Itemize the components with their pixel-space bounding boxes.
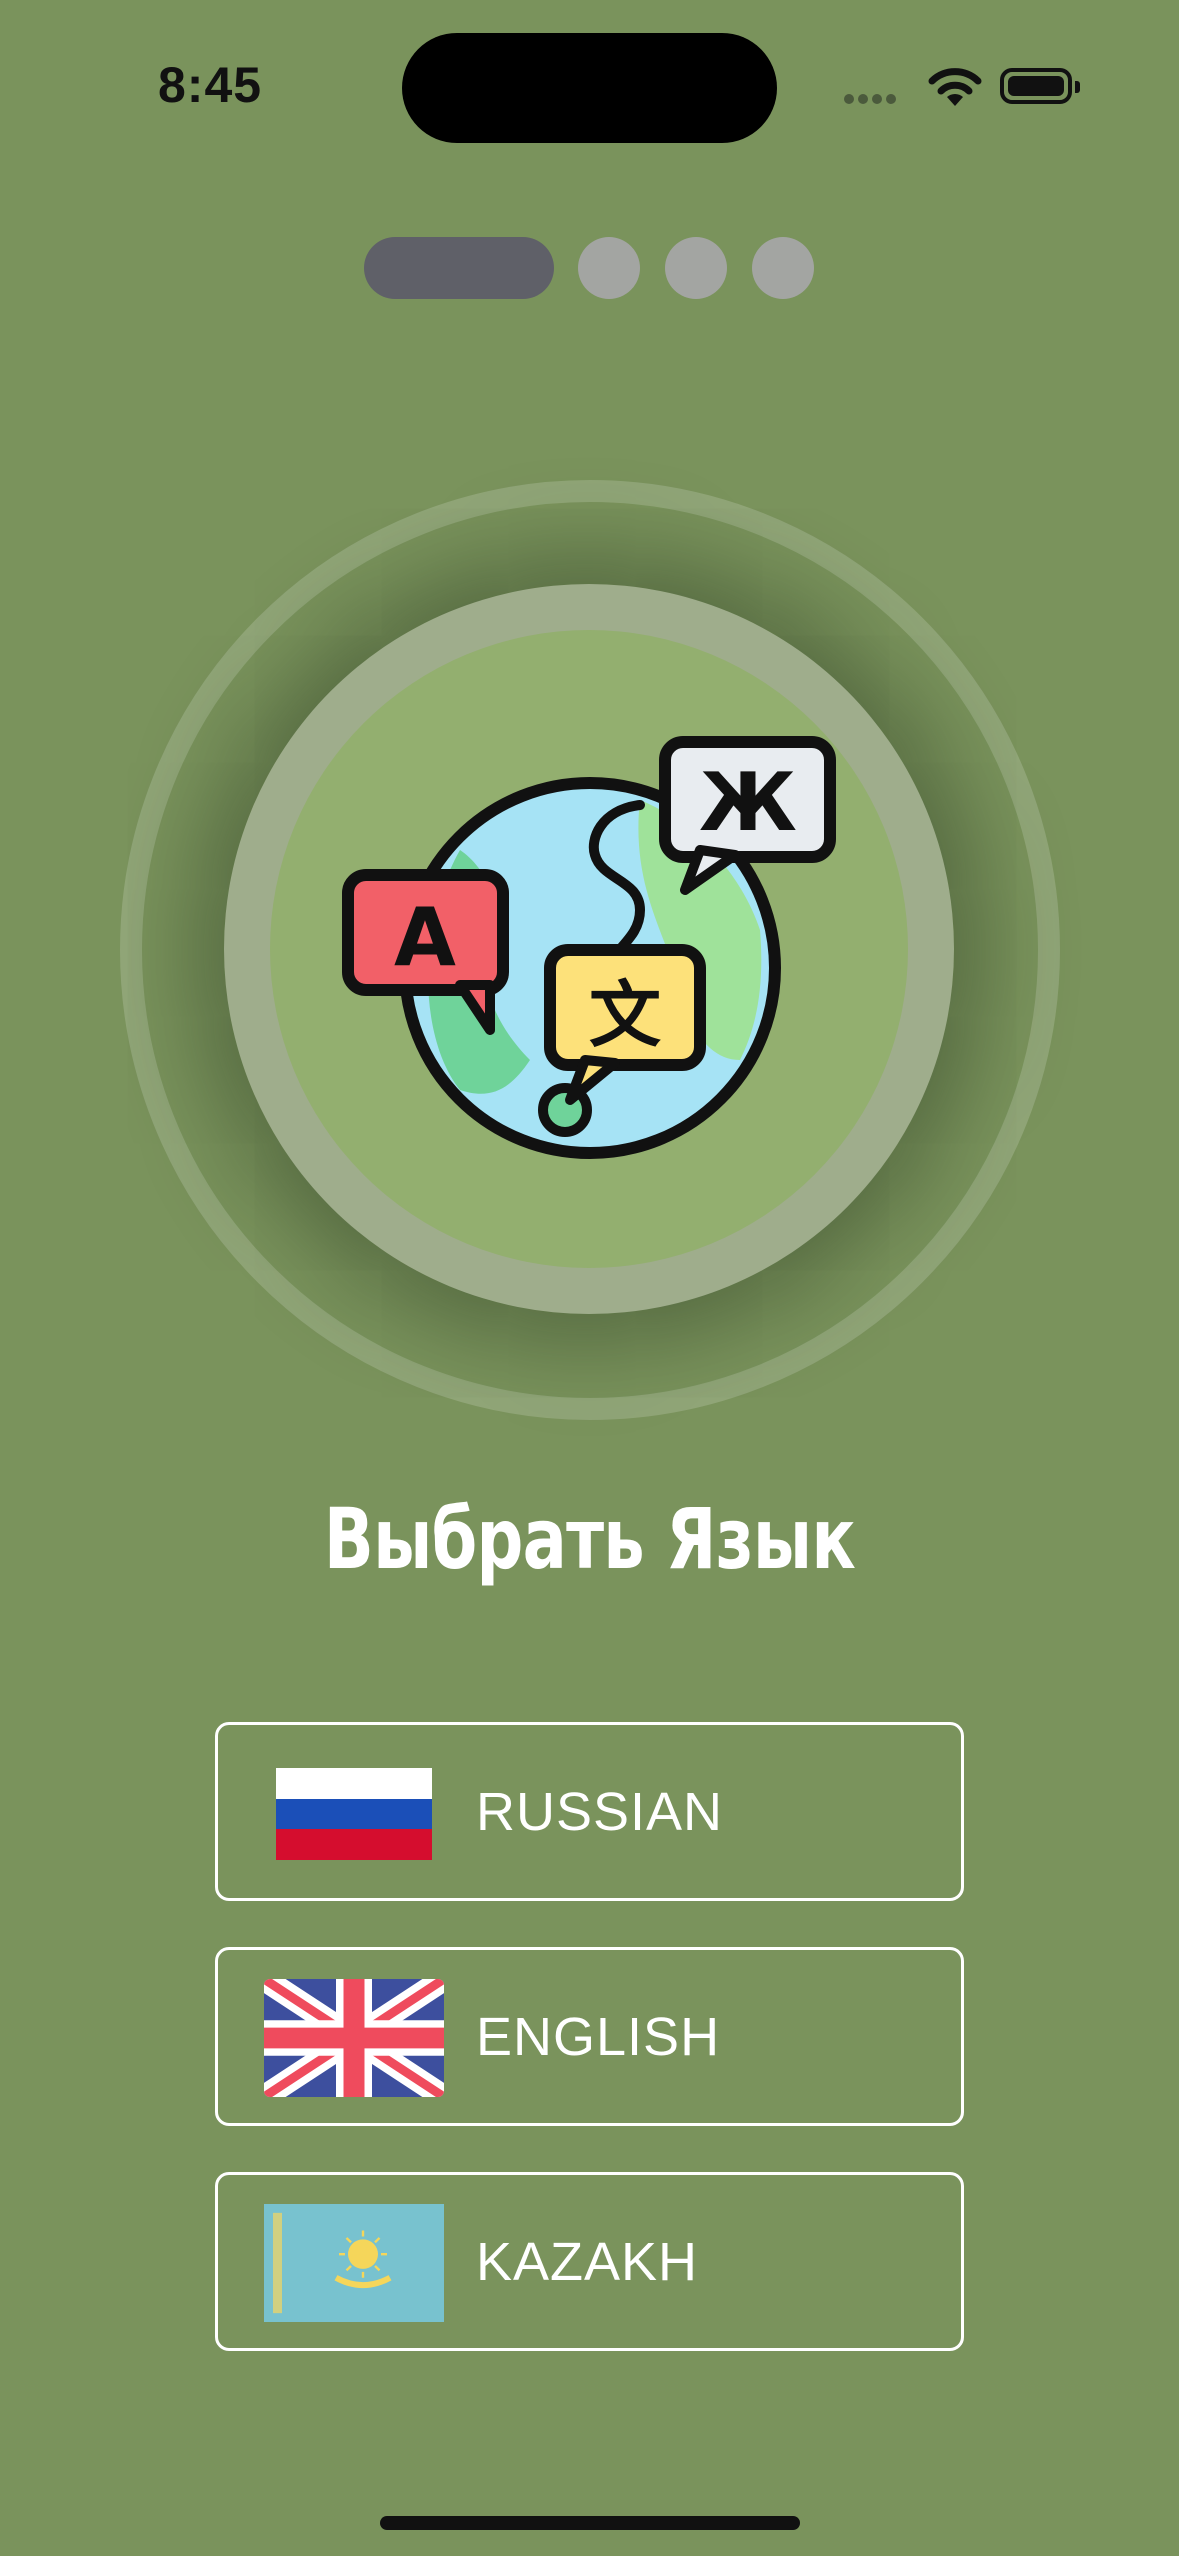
language-label: ENGLISH <box>476 2007 721 2067</box>
home-indicator[interactable] <box>380 2516 800 2530</box>
page-title: Выбрать Язык <box>323 1490 856 1588</box>
page-dot <box>578 237 640 299</box>
bubble-letter-zhe: Ж <box>699 756 797 849</box>
language-button-english[interactable]: ENGLISH <box>215 1947 964 2126</box>
language-label: RUSSIAN <box>476 1782 724 1842</box>
language-label: KAZAKH <box>476 2232 699 2292</box>
page-dot <box>752 237 814 299</box>
language-button-kazakh[interactable]: KAZAKH <box>215 2172 964 2351</box>
wifi-icon <box>928 68 982 106</box>
uk-flag-icon <box>264 1979 444 2097</box>
kazakhstan-flag-icon <box>264 2204 444 2322</box>
language-button-russian[interactable]: RUSSIAN <box>215 1722 964 1901</box>
page-dot <box>665 237 727 299</box>
bubble-letter-a: A <box>394 891 456 984</box>
status-time: 8:45 <box>158 57 263 113</box>
battery-icon <box>1000 68 1080 104</box>
dynamic-island <box>402 33 777 143</box>
russia-flag-icon <box>276 1768 432 1860</box>
page-dot-active <box>364 237 554 299</box>
status-icons <box>844 64 1084 110</box>
translate-globe-icon: A 文 Ж <box>342 736 836 1159</box>
bubble-letter-wen: 文 <box>589 973 661 1057</box>
